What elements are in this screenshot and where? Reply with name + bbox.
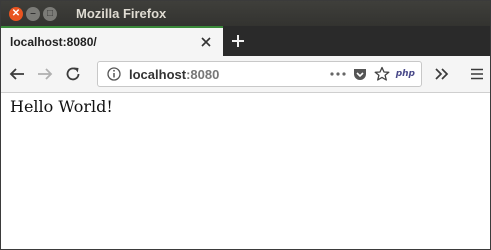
navigation-toolbar: localhost:8080 php bbox=[1, 56, 490, 93]
window-title: Mozilla Firefox bbox=[76, 6, 167, 21]
tab-title: localhost:8080/ bbox=[10, 35, 97, 49]
overflow-menu-button[interactable] bbox=[428, 60, 456, 88]
window-titlebar: ✕ – □ Mozilla Firefox bbox=[1, 1, 490, 26]
reload-button[interactable] bbox=[59, 60, 87, 88]
browser-window: ✕ – □ Mozilla Firefox localhost:8080/ lo… bbox=[0, 0, 491, 250]
minimize-window-button[interactable]: – bbox=[26, 6, 40, 21]
new-tab-button[interactable] bbox=[223, 26, 253, 56]
window-controls: ✕ – □ bbox=[9, 6, 57, 21]
hamburger-icon bbox=[471, 68, 483, 80]
page-content: Hello World! bbox=[1, 93, 490, 120]
php-extension-badge[interactable]: php bbox=[396, 69, 415, 79]
close-window-button[interactable]: ✕ bbox=[9, 6, 23, 21]
hamburger-menu-button[interactable] bbox=[463, 60, 491, 88]
page-actions-icon[interactable] bbox=[330, 71, 346, 77]
tab-strip: localhost:8080/ bbox=[1, 26, 490, 56]
forward-button[interactable] bbox=[31, 60, 59, 88]
back-button[interactable] bbox=[3, 60, 31, 88]
pocket-icon[interactable] bbox=[352, 66, 368, 82]
info-icon[interactable] bbox=[107, 67, 121, 81]
url-host: localhost bbox=[129, 66, 187, 82]
tab-localhost[interactable]: localhost:8080/ bbox=[1, 26, 223, 56]
maximize-window-button[interactable]: □ bbox=[43, 6, 57, 21]
url-port: :8080 bbox=[186, 66, 220, 82]
reload-icon bbox=[66, 67, 80, 81]
plus-icon bbox=[232, 35, 244, 47]
double-chevron-right-icon bbox=[435, 68, 449, 80]
bookmark-star-icon[interactable] bbox=[374, 66, 390, 82]
page-text: Hello World! bbox=[10, 97, 113, 116]
back-arrow-icon bbox=[9, 68, 24, 80]
forward-arrow-icon bbox=[38, 68, 53, 80]
url-bar[interactable]: localhost:8080 php bbox=[97, 61, 422, 87]
url-bar-actions: php bbox=[330, 62, 415, 86]
tab-close-icon[interactable] bbox=[199, 35, 213, 49]
